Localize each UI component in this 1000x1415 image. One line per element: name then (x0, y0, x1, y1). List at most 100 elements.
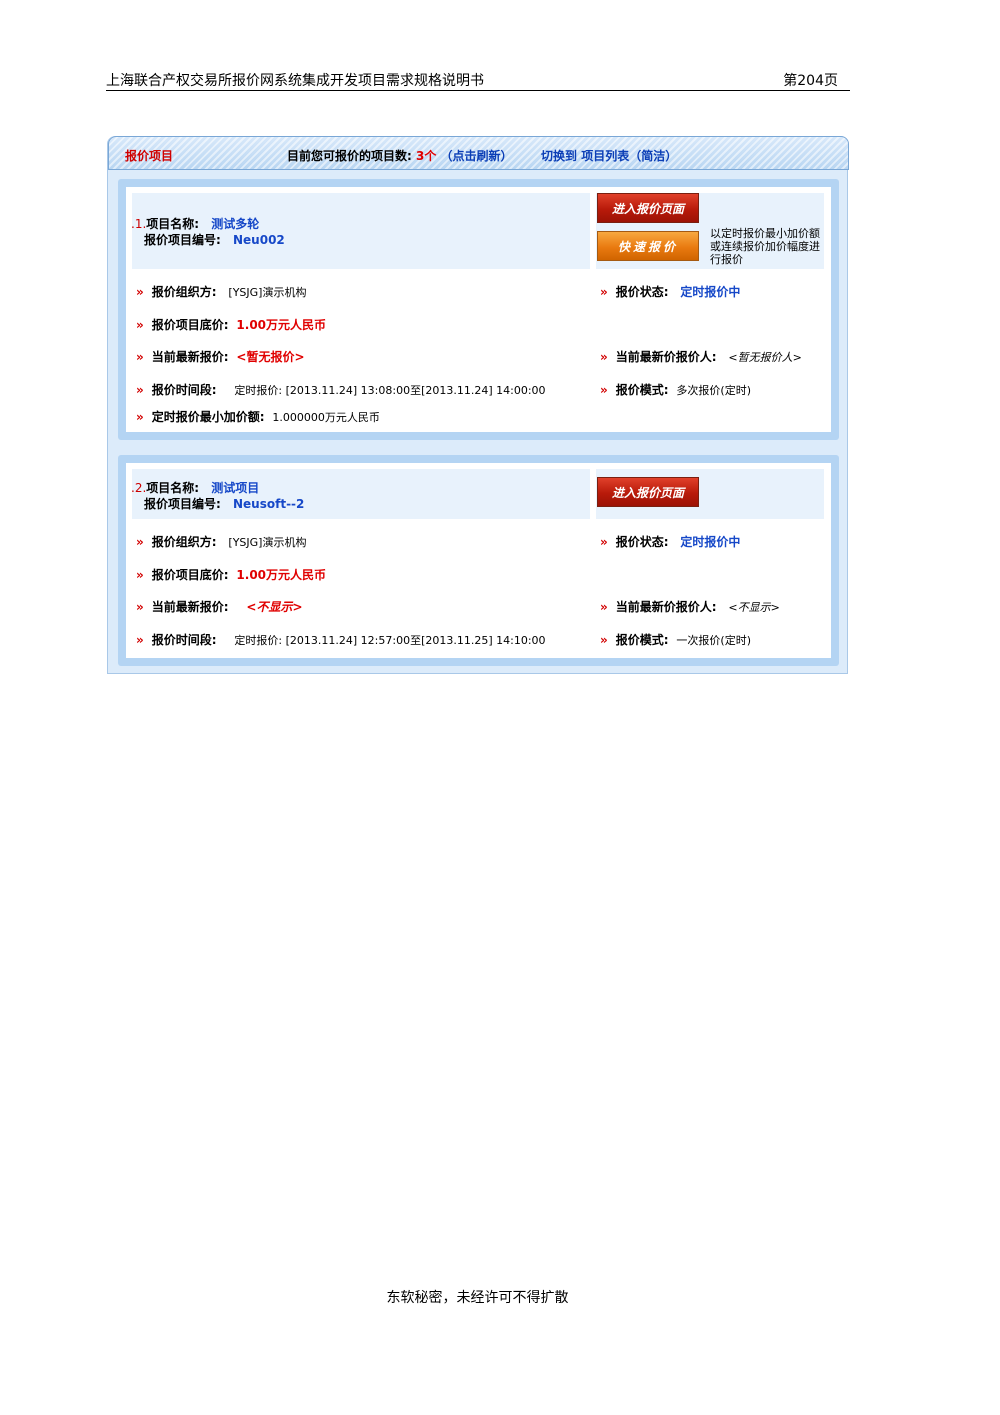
switch-view: 切换到 项目列表（简洁） (541, 147, 677, 164)
bullet-icon: » (136, 633, 144, 647)
count-prefix: 目前您可报价的项目数: (287, 149, 412, 163)
base-price-label: 报价项目底价: (151, 318, 229, 332)
mode-label: 报价模式: (615, 383, 669, 397)
panel-header: 报价项目 目前您可报价的项目数: 3个 （点击刷新） 切换到 项目列表（简洁） (108, 136, 849, 170)
org-label: 报价组织方: (151, 535, 217, 549)
bullet-icon: » (600, 350, 608, 364)
status-value: 定时报价中 (680, 535, 741, 549)
project-card-2: .2.项目名称: 测试项目 报价项目编号: Neusoft--2 进入报价页面 … (118, 455, 839, 666)
bullet-icon: » (600, 600, 608, 614)
latest-bid-label: 当前最新报价: (151, 600, 229, 614)
project-name-label: 项目名称: (146, 481, 200, 495)
status-label: 报价状态: (615, 535, 669, 549)
latest-bid-row: » 当前最新报价: <不显示> (136, 598, 303, 615)
bullet-icon: » (600, 285, 608, 299)
project-code: Neu002 (233, 233, 285, 247)
project-name-line: .2.项目名称: 测试项目 (131, 479, 259, 496)
project-name-line: .1.项目名称: 测试多轮 (131, 215, 259, 232)
switch-list-link[interactable]: 项目列表（简洁） (581, 149, 677, 163)
org-row: » 报价组织方: [YSJG]演示机构 (136, 533, 306, 550)
base-price-value: 1.00万元人民币 (236, 318, 327, 332)
bullet-icon: » (136, 568, 144, 582)
period-row: » 报价时间段: 定时报价: [2013.11.24] 13:08:00至[201… (136, 381, 546, 398)
project-code-line: 报价项目编号: Neusoft--2 (144, 495, 304, 512)
period-label: 报价时间段: (151, 633, 217, 647)
project-name-label: 项目名称: (146, 217, 200, 231)
mode-value: 一次报价(定时) (676, 634, 751, 647)
project-index: .1. (131, 217, 147, 231)
status-value: 定时报价中 (680, 285, 741, 299)
refresh-link[interactable]: （点击刷新） (441, 149, 513, 163)
latest-bidder-row: » 当前最新价报价人: <不显示> (600, 598, 780, 615)
project-count: 目前您可报价的项目数: 3个 （点击刷新） (287, 147, 513, 164)
status-row: » 报价状态: 定时报价中 (600, 283, 740, 300)
status-row: » 报价状态: 定时报价中 (600, 533, 740, 550)
bullet-icon: » (136, 383, 144, 397)
status-label: 报价状态: (615, 285, 669, 299)
quick-bid-note: 以定时报价最小加价额或连续报价加价幅度进行报价 (710, 227, 820, 266)
project-card-body: .2.项目名称: 测试项目 报价项目编号: Neusoft--2 进入报价页面 … (126, 463, 831, 658)
min-increment-row: » 定时报价最小加价额: 1.000000万元人民币 (136, 408, 380, 425)
base-price-row: » 报价项目底价: 1.00万元人民币 (136, 566, 326, 583)
org-value: [YSJG]演示机构 (228, 286, 307, 299)
base-price-value: 1.00万元人民币 (236, 568, 327, 582)
latest-bid-value: <不显示> (246, 600, 303, 614)
latest-bidder-label: 当前最新价报价人: (615, 350, 717, 364)
period-label: 报价时间段: (151, 383, 217, 397)
bullet-icon: » (136, 535, 144, 549)
confidential-footer: 东软秘密，未经许可不得扩散 (386, 1290, 569, 1306)
switch-label: 切换到 (541, 149, 578, 163)
action-box: 进入报价页面 (596, 469, 824, 519)
project-name[interactable]: 测试多轮 (211, 217, 259, 231)
base-price-label: 报价项目底价: (151, 568, 229, 582)
project-name[interactable]: 测试项目 (211, 481, 259, 495)
project-code-line: 报价项目编号: Neu002 (144, 231, 285, 248)
org-value: [YSJG]演示机构 (228, 536, 307, 549)
latest-bid-row: » 当前最新报价: <暂无报价> (136, 348, 305, 365)
bullet-icon: » (136, 318, 144, 332)
period-row: » 报价时间段: 定时报价: [2013.11.24] 12:57:00至[201… (136, 631, 546, 648)
period-value: 定时报价: [2013.11.24] 13:08:00至[2013.11.24]… (234, 384, 546, 397)
page-header: 上海联合产权交易所报价网系统集成开发项目需求规格说明书 第204页 (106, 70, 850, 91)
project-info-box: .1.项目名称: 测试多轮 报价项目编号: Neu002 (131, 193, 590, 269)
project-card-1: .1.项目名称: 测试多轮 报价项目编号: Neu002 进入报价页面 快速报价… (118, 179, 839, 440)
bullet-icon: » (600, 535, 608, 549)
base-price-row: » 报价项目底价: 1.00万元人民币 (136, 316, 326, 333)
period-value: 定时报价: [2013.11.24] 12:57:00至[2013.11.25]… (234, 634, 546, 647)
project-code-label: 报价项目编号: (144, 233, 221, 247)
latest-bidder-label: 当前最新价报价人: (615, 600, 717, 614)
project-card-body: .1.项目名称: 测试多轮 报价项目编号: Neu002 进入报价页面 快速报价… (126, 187, 831, 432)
project-code-label: 报价项目编号: (144, 497, 221, 511)
project-code: Neusoft--2 (233, 497, 305, 511)
page-number: 第204页 (783, 73, 838, 89)
project-index: .2. (131, 481, 147, 495)
enter-bid-page-button[interactable]: 进入报价页面 (597, 477, 699, 507)
quick-bid-button[interactable]: 快速报价 (597, 231, 699, 261)
action-box: 进入报价页面 快速报价 以定时报价最小加价额或连续报价加价幅度进行报价 (596, 193, 824, 269)
mode-value: 多次报价(定时) (676, 384, 751, 397)
bullet-icon: » (600, 633, 608, 647)
org-label: 报价组织方: (151, 285, 217, 299)
latest-bidder-value: <不显示> (728, 601, 780, 614)
bullet-icon: » (136, 285, 144, 299)
org-row: » 报价组织方: [YSJG]演示机构 (136, 283, 306, 300)
bullet-icon: » (600, 383, 608, 397)
bullet-icon: » (136, 600, 144, 614)
latest-bid-label: 当前最新报价: (151, 350, 229, 364)
bullet-icon: » (136, 410, 144, 424)
bid-projects-panel: 报价项目 目前您可报价的项目数: 3个 （点击刷新） 切换到 项目列表（简洁） … (107, 136, 849, 674)
min-increment-value: 1.000000万元人民币 (272, 411, 380, 424)
mode-label: 报价模式: (615, 633, 669, 647)
latest-bid-value: <暂无报价> (236, 350, 305, 364)
min-increment-label: 定时报价最小加价额: (151, 410, 265, 424)
project-info-box: .2.项目名称: 测试项目 报价项目编号: Neusoft--2 (131, 469, 590, 519)
mode-row: » 报价模式: 多次报价(定时) (600, 381, 751, 398)
count-value: 3个 (416, 149, 437, 163)
latest-bidder-value: <暂无报价人> (728, 351, 802, 364)
panel-title: 报价项目 (125, 149, 174, 163)
enter-bid-page-button[interactable]: 进入报价页面 (597, 193, 699, 223)
latest-bidder-row: » 当前最新价报价人: <暂无报价人> (600, 348, 802, 365)
bullet-icon: » (136, 350, 144, 364)
document-title: 上海联合产权交易所报价网系统集成开发项目需求规格说明书 (106, 73, 484, 89)
mode-row: » 报价模式: 一次报价(定时) (600, 631, 751, 648)
